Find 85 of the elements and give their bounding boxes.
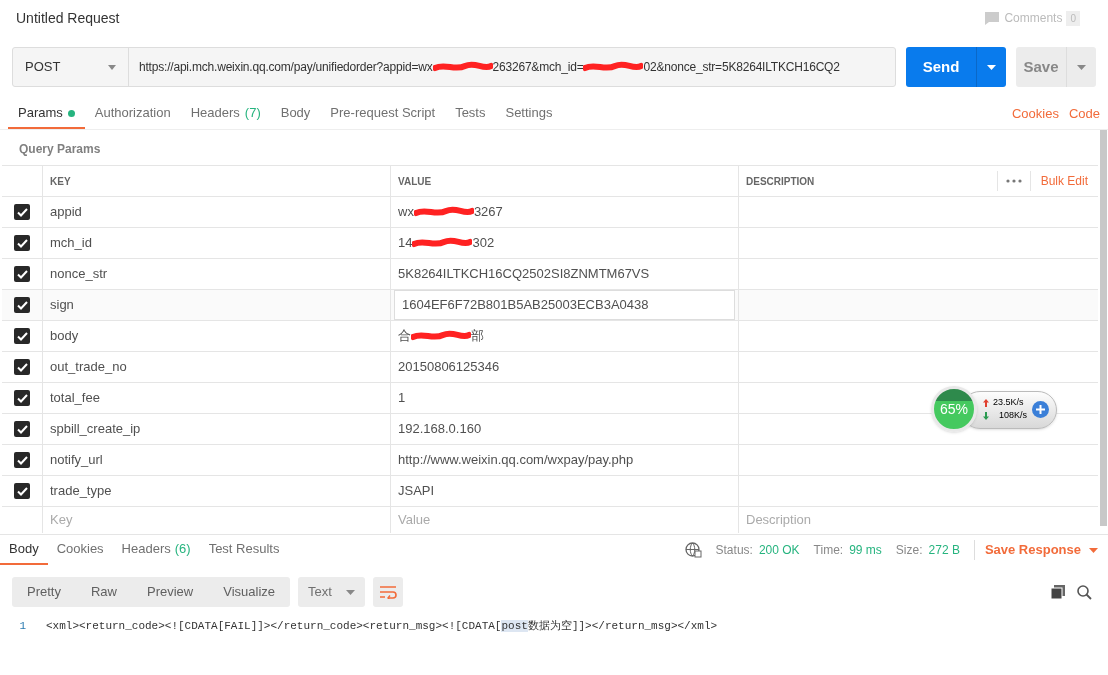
stat-label: Status: — [715, 542, 753, 559]
search-icon[interactable] — [1077, 584, 1092, 600]
request-tab[interactable]: Settings — [495, 99, 563, 129]
section-title: Query Params — [18, 141, 102, 158]
key-cell: nonce_str — [43, 259, 391, 289]
key-cell: body — [43, 321, 391, 351]
value-cell-text: JSAPI — [397, 482, 436, 501]
stat-label: Time: — [813, 542, 844, 559]
checkbox[interactable] — [14, 359, 30, 375]
checkbox[interactable] — [14, 266, 30, 282]
checkbox[interactable] — [14, 483, 30, 499]
value-cell-text: 合 部 — [397, 327, 485, 346]
checkbox[interactable] — [14, 297, 30, 313]
column-header: KEY — [43, 166, 391, 196]
down-arrow-icon — [983, 411, 989, 420]
checkbox[interactable] — [14, 452, 30, 468]
key-cell: total_fee — [43, 383, 391, 413]
caret-icon — [987, 64, 996, 70]
stat-value: 200 OK — [758, 542, 800, 559]
description-input[interactable]: Description — [739, 510, 1098, 530]
value-input[interactable]: Value — [391, 510, 738, 530]
view-button[interactable]: Raw — [75, 577, 132, 607]
bulk-edit-button[interactable]: Bulk Edit — [1030, 172, 1098, 190]
key-cell: appid — [43, 197, 391, 227]
request-tab[interactable]: Body — [270, 99, 321, 129]
code-line: <xml><return_code><![CDATA[FAIL]]></return_code><return_msg><![CDATA[post数据为空]]></return_msg></xml> — [46, 618, 718, 634]
more-icon — [1005, 179, 1022, 183]
value-cell-text: wx 3267 — [397, 203, 504, 222]
response-tab[interactable]: Body — [0, 535, 48, 565]
value-cell-text: 1 — [397, 389, 407, 408]
request-tab[interactable]: Params — [8, 99, 85, 129]
checkbox[interactable] — [14, 204, 30, 220]
checkbox[interactable] — [14, 421, 30, 437]
stat-value: 99 ms — [849, 542, 882, 559]
line-number: 1 — [18, 618, 27, 634]
key-cell: mch_id — [43, 228, 391, 258]
caret-icon — [345, 589, 355, 595]
globe-icon — [684, 542, 702, 558]
value-cell-text: 14 302 — [397, 234, 496, 253]
value-cell-text: 5K8264ILTKCH16CQ2502SI8ZNMTM67VS — [397, 265, 651, 284]
key-cell: sign — [43, 290, 391, 320]
caret-icon — [1077, 64, 1086, 70]
redaction-scribble — [413, 206, 474, 218]
key-input[interactable]: Key — [43, 510, 390, 530]
checkbox[interactable] — [14, 390, 30, 406]
request-tab[interactable]: Authorization — [84, 99, 181, 129]
header-link[interactable]: Cookies — [1011, 104, 1059, 124]
save-response-button[interactable]: Save Response — [973, 540, 1098, 560]
request-tab[interactable]: Headers (7) — [180, 99, 271, 129]
value-cell-text: http://www.weixin.qq.com/wxpay/pay.php — [397, 451, 635, 470]
comment-icon — [984, 10, 1001, 26]
request-tab[interactable]: Tests — [445, 99, 496, 129]
response-tab[interactable]: Test Results — [199, 535, 289, 565]
header-link[interactable]: Code — [1068, 104, 1100, 124]
redaction-scribble — [412, 237, 473, 249]
copy-icon[interactable] — [1051, 585, 1065, 599]
key-cell: trade_type — [43, 476, 391, 506]
request-tab[interactable]: Pre-request Script — [320, 99, 446, 129]
key-cell: spbill_create_ip — [43, 414, 391, 444]
response-tab[interactable]: Cookies — [47, 535, 113, 565]
scrollbar[interactable] — [1100, 130, 1107, 526]
up-arrow-icon — [983, 398, 989, 407]
view-button[interactable]: Preview — [132, 577, 209, 607]
value-cell-text: 192.168.0.160 — [397, 420, 483, 439]
caret-icon — [1089, 547, 1098, 553]
column-header: DESCRIPTION — [746, 174, 815, 189]
redaction-scribble — [411, 330, 471, 342]
response-tab[interactable]: Headers (6) — [112, 535, 200, 565]
view-button[interactable]: Pretty — [12, 577, 76, 607]
stat-label: Size: — [895, 542, 923, 559]
request-title: Untitled Request — [16, 8, 120, 28]
key-cell: notify_url — [43, 445, 391, 475]
view-button[interactable]: Visualize — [208, 577, 291, 607]
format-dropdown[interactable]: Text — [298, 577, 365, 607]
percent-gauge: 65% — [931, 386, 977, 432]
checkbox[interactable] — [14, 235, 30, 251]
checkbox[interactable] — [14, 328, 30, 344]
wrap-lines-icon — [378, 585, 397, 599]
column-header: VALUE — [391, 166, 739, 196]
download-speed: 108K/s — [999, 409, 1028, 422]
key-cell: out_trade_no — [43, 352, 391, 382]
value-cell[interactable]: 1604EF6F72B801B5AB25003ECB3A0438 — [394, 290, 735, 320]
upload-speed: 23.5K/s — [993, 396, 1024, 409]
stat-value: 272 B — [928, 542, 960, 559]
value-cell-text: 20150806125346 — [397, 358, 501, 377]
